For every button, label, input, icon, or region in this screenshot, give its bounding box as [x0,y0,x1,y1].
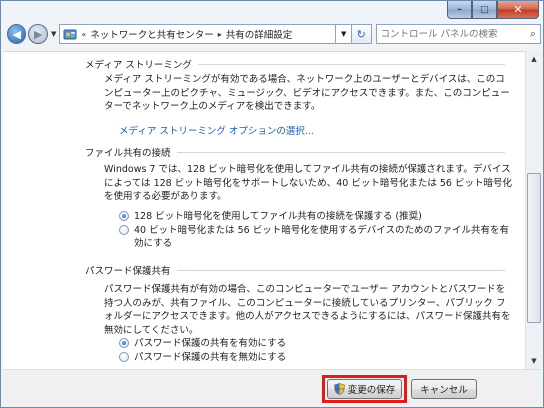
forward-arrow-icon: ▶ [33,27,43,41]
back-button[interactable]: ◀ [7,24,27,44]
minimize-button[interactable]: – [447,1,472,19]
explorer-window: – □ ✕ ◀ ▶ ▼ « ネットワークと共有センター ▸ 共有の詳細設定 ▼ [0,0,544,408]
password-sharing-heading: パスワード保護共有 [85,263,505,277]
radio-label[interactable]: パスワード保護の共有を有効にする [134,337,286,350]
media-streaming-heading: メディア ストリーミング [85,57,505,71]
scroll-thumb[interactable] [527,173,541,323]
address-bar: ◀ ▶ ▼ « ネットワークと共有センター ▸ 共有の詳細設定 ▼ ↻ ⌕ [3,21,541,47]
cancel-button[interactable]: キャンセル [411,379,477,399]
vertical-scrollbar[interactable]: ▲ ▼ [525,51,542,369]
radio-40-56bit-encryption[interactable]: 40 ビット暗号化または 56 ビット暗号化を使用するデバイスのためのファイル共… [119,224,514,250]
radio-label[interactable]: 128 ビット暗号化を使用してファイル共有の接続を保護する (推奨) [134,210,422,223]
file-sharing-description: Windows 7 では、128 ビット暗号化を使用してファイル共有の接続が保護… [104,164,512,202]
radio-enable-password-sharing[interactable]: パスワード保護の共有を有効にする [119,337,514,350]
search-box[interactable]: ⌕ [375,24,541,44]
section-divider [176,152,505,153]
maximize-button[interactable]: □ [472,1,497,19]
radio-selected-icon[interactable] [119,211,129,221]
cancel-button-label[interactable]: キャンセル [420,382,468,396]
save-button-label[interactable]: 変更の保存 [348,382,396,396]
radio-label[interactable]: 40 ビット暗号化または 56 ビット暗号化を使用するデバイスのためのファイル共… [134,224,514,250]
scroll-up-icon[interactable]: ▲ [526,51,542,67]
breadcrumb-separator-icon[interactable]: ▸ [218,30,222,39]
refresh-button[interactable]: ↻ [352,24,372,44]
file-sharing-heading: ファイル共有の接続 [85,145,505,159]
radio-disable-password-sharing[interactable]: パスワード保護の共有を無効にする [119,351,514,364]
section-title: パスワード保護共有 [85,266,171,277]
control-panel-icon [63,29,77,40]
radio-label[interactable]: パスワード保護の共有を無効にする [134,351,286,364]
back-arrow-icon: ◀ [12,27,21,41]
breadcrumb-advanced-sharing[interactable]: 共有の詳細設定 [226,27,293,41]
section-title: メディア ストリーミング [85,60,192,71]
breadcrumb[interactable]: « ネットワークと共有センター ▸ 共有の詳細設定 [59,24,337,44]
close-button[interactable]: ✕ [497,1,539,19]
radio-selected-icon[interactable] [119,338,129,348]
media-streaming-description: メディア ストリーミングが有効である場合、ネットワーク上のユーザーとデバイスは、… [104,74,510,112]
scroll-down-icon[interactable]: ▼ [526,353,542,369]
save-changes-button[interactable]: 変更の保存 [327,379,402,399]
search-input[interactable] [380,28,521,40]
caption-buttons: – □ ✕ [447,1,539,19]
section-divider [197,64,505,65]
section-divider [176,270,505,271]
radio-128bit-encryption[interactable]: 128 ビット暗号化を使用してファイル共有の接続を保護する (推奨) [119,210,514,223]
search-icon[interactable]: ⌕ [530,27,536,41]
address-dropdown[interactable]: ▼ [336,24,353,44]
uac-shield-icon [333,383,345,395]
section-title: ファイル共有の接続 [85,148,171,159]
recent-pages-dropdown[interactable]: ▼ [51,30,56,38]
forward-button[interactable]: ▶ [28,24,48,44]
breadcrumb-overflow[interactable]: « [81,30,86,39]
breadcrumb-network-center[interactable]: ネットワークと共有センター [90,27,214,41]
radio-unselected-icon[interactable] [119,225,129,235]
chevron-down-icon: ▼ [341,30,347,38]
password-sharing-description: パスワード保護共有が有効の場合、このコンピューターでユーザー アカウントとパスワ… [104,284,511,336]
radio-unselected-icon[interactable] [119,352,129,362]
refresh-icon: ↻ [356,27,366,41]
media-streaming-options-link[interactable]: メディア ストリーミング オプションの選択... [119,123,314,137]
